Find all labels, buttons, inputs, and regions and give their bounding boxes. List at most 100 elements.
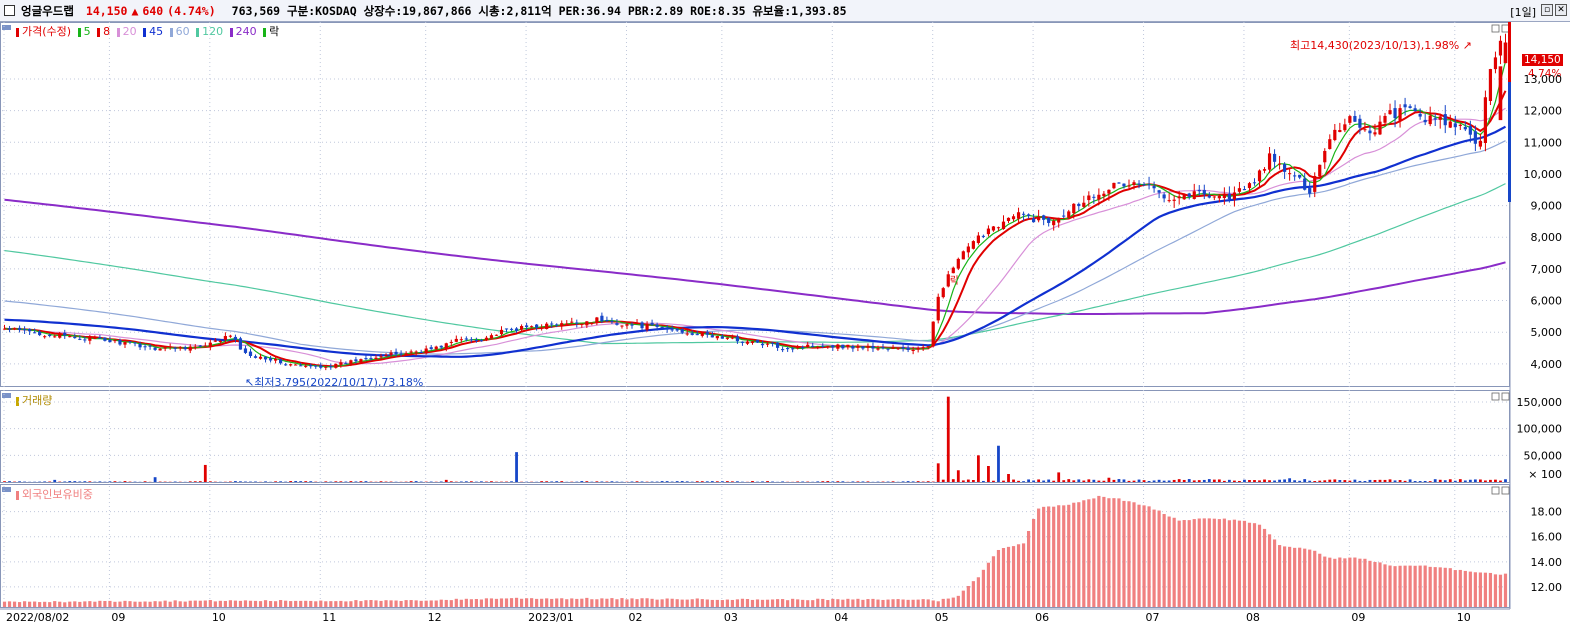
volume-bar [234, 481, 237, 482]
volume-bar [891, 481, 895, 482]
foreign-holding-bar [1102, 496, 1106, 607]
volume-tick-label: 50,000 [1524, 449, 1563, 462]
candle-body [710, 335, 714, 338]
moving-average-ma8 [4, 90, 1507, 368]
foreign-holding-bar [168, 601, 172, 607]
foreign-holding-bar [203, 600, 207, 607]
volume-bar [1478, 479, 1482, 482]
candle-body [474, 339, 478, 341]
foreign-holding-bar [655, 599, 659, 607]
foreign-holding-bar [1343, 558, 1347, 607]
candle-body [730, 337, 735, 339]
candle-body [1503, 42, 1508, 64]
volume-bar [1338, 480, 1342, 482]
foreign-holding-bar [379, 600, 383, 607]
candle-body [1252, 182, 1257, 184]
candle-body [986, 228, 991, 235]
foreign-holding-bar [514, 597, 519, 607]
volume-bar [1368, 479, 1372, 482]
foreign-holding-bar [263, 600, 268, 607]
candle-body [836, 344, 840, 349]
select-checkbox[interactable] [4, 5, 15, 16]
volume-bar [1062, 480, 1066, 482]
candle-body [1433, 118, 1437, 120]
volume-bar [1318, 480, 1322, 482]
foreign-holding-bar [519, 598, 524, 607]
foreign-holding-bar [966, 585, 970, 607]
volume-bar [1253, 480, 1256, 482]
foreign-holding-bar [926, 599, 930, 607]
foreign-holding-bar [309, 600, 313, 607]
candle-body [755, 339, 760, 343]
foreign-holding-bar [153, 601, 157, 607]
candle-body [1222, 193, 1226, 198]
candle-body [826, 346, 830, 348]
stock-chart[interactable]: 4,000 5,000 6,000 7,000 8,000 9,000 10,000 11,0… [0, 22, 1570, 629]
foreign-holding-bar [786, 600, 790, 607]
volume-bar [1383, 479, 1387, 482]
foreign-holding-bar [1042, 506, 1046, 607]
candle-body [1393, 108, 1397, 119]
foreign-holding-bar [680, 599, 684, 607]
restore-icon[interactable]: ▫ [1541, 4, 1553, 16]
moving-average-ma60 [4, 140, 1506, 355]
candle-body [304, 365, 308, 367]
candle-body [168, 346, 172, 348]
date-tick-label: 05 [935, 611, 949, 624]
candle-body [359, 359, 363, 363]
candle-body [1157, 190, 1161, 193]
foreign-tick-label: 16.00 [1531, 531, 1563, 544]
foreign-holding-bar [1177, 520, 1181, 607]
date-tick-label: 06 [1035, 611, 1049, 624]
candle-body [941, 288, 945, 298]
foreign-holding-bar [183, 601, 187, 607]
foreign-holding-bar [1408, 565, 1412, 607]
panel-minimize-icon [1491, 24, 1500, 33]
foreign-holding-bar [1403, 565, 1407, 607]
foreign-holding-bar [846, 598, 850, 607]
foreign-holding-bar [173, 600, 177, 607]
foreign-holding-bar [499, 598, 504, 607]
candle-body [173, 347, 177, 349]
foreign-holding-bar [1373, 561, 1377, 607]
candle-body [620, 325, 624, 327]
volume-bar [480, 481, 483, 482]
volume-bar [1333, 479, 1337, 482]
candle-body [1383, 115, 1387, 123]
foreign-holding-bar [615, 599, 619, 607]
volume-bar [1017, 480, 1020, 482]
candle-body [384, 354, 388, 356]
foreign-holding-bar [424, 600, 428, 607]
candle-body [1498, 66, 1503, 121]
foreign-holding-bar [1313, 550, 1317, 607]
foreign-holding-bar [1478, 572, 1482, 607]
foreign-holding-bar [58, 601, 62, 607]
candle-body [856, 346, 860, 348]
candle-body [765, 343, 770, 345]
candle-body [745, 341, 750, 344]
foreign-holding-bar [494, 598, 499, 607]
volume-bar [364, 481, 368, 482]
foreign-holding-bar [228, 600, 233, 607]
volume-bar [1308, 480, 1312, 482]
volume-bar [304, 481, 308, 482]
foreign-holding-bar [1503, 573, 1508, 607]
candle-body [926, 346, 930, 348]
foreign-holding-bar [489, 598, 494, 607]
volume-bar [1438, 479, 1442, 482]
volume-bar [1052, 480, 1056, 482]
volume-bar [349, 481, 353, 482]
candle-body [93, 337, 97, 339]
candle-body [1212, 196, 1216, 198]
candle-body [590, 322, 594, 324]
foreign-holding-bar [725, 599, 729, 607]
candle-body [238, 338, 243, 350]
candle-body [289, 364, 293, 366]
foreign-holding-bar [1032, 518, 1036, 607]
candle-body [851, 345, 855, 349]
foreign-holding-bar [294, 600, 298, 607]
period-selector[interactable]: [1일] [1510, 4, 1536, 20]
volume-bar [1072, 480, 1076, 482]
candle-body [299, 365, 303, 367]
close-icon[interactable]: ✕ [1555, 4, 1567, 16]
